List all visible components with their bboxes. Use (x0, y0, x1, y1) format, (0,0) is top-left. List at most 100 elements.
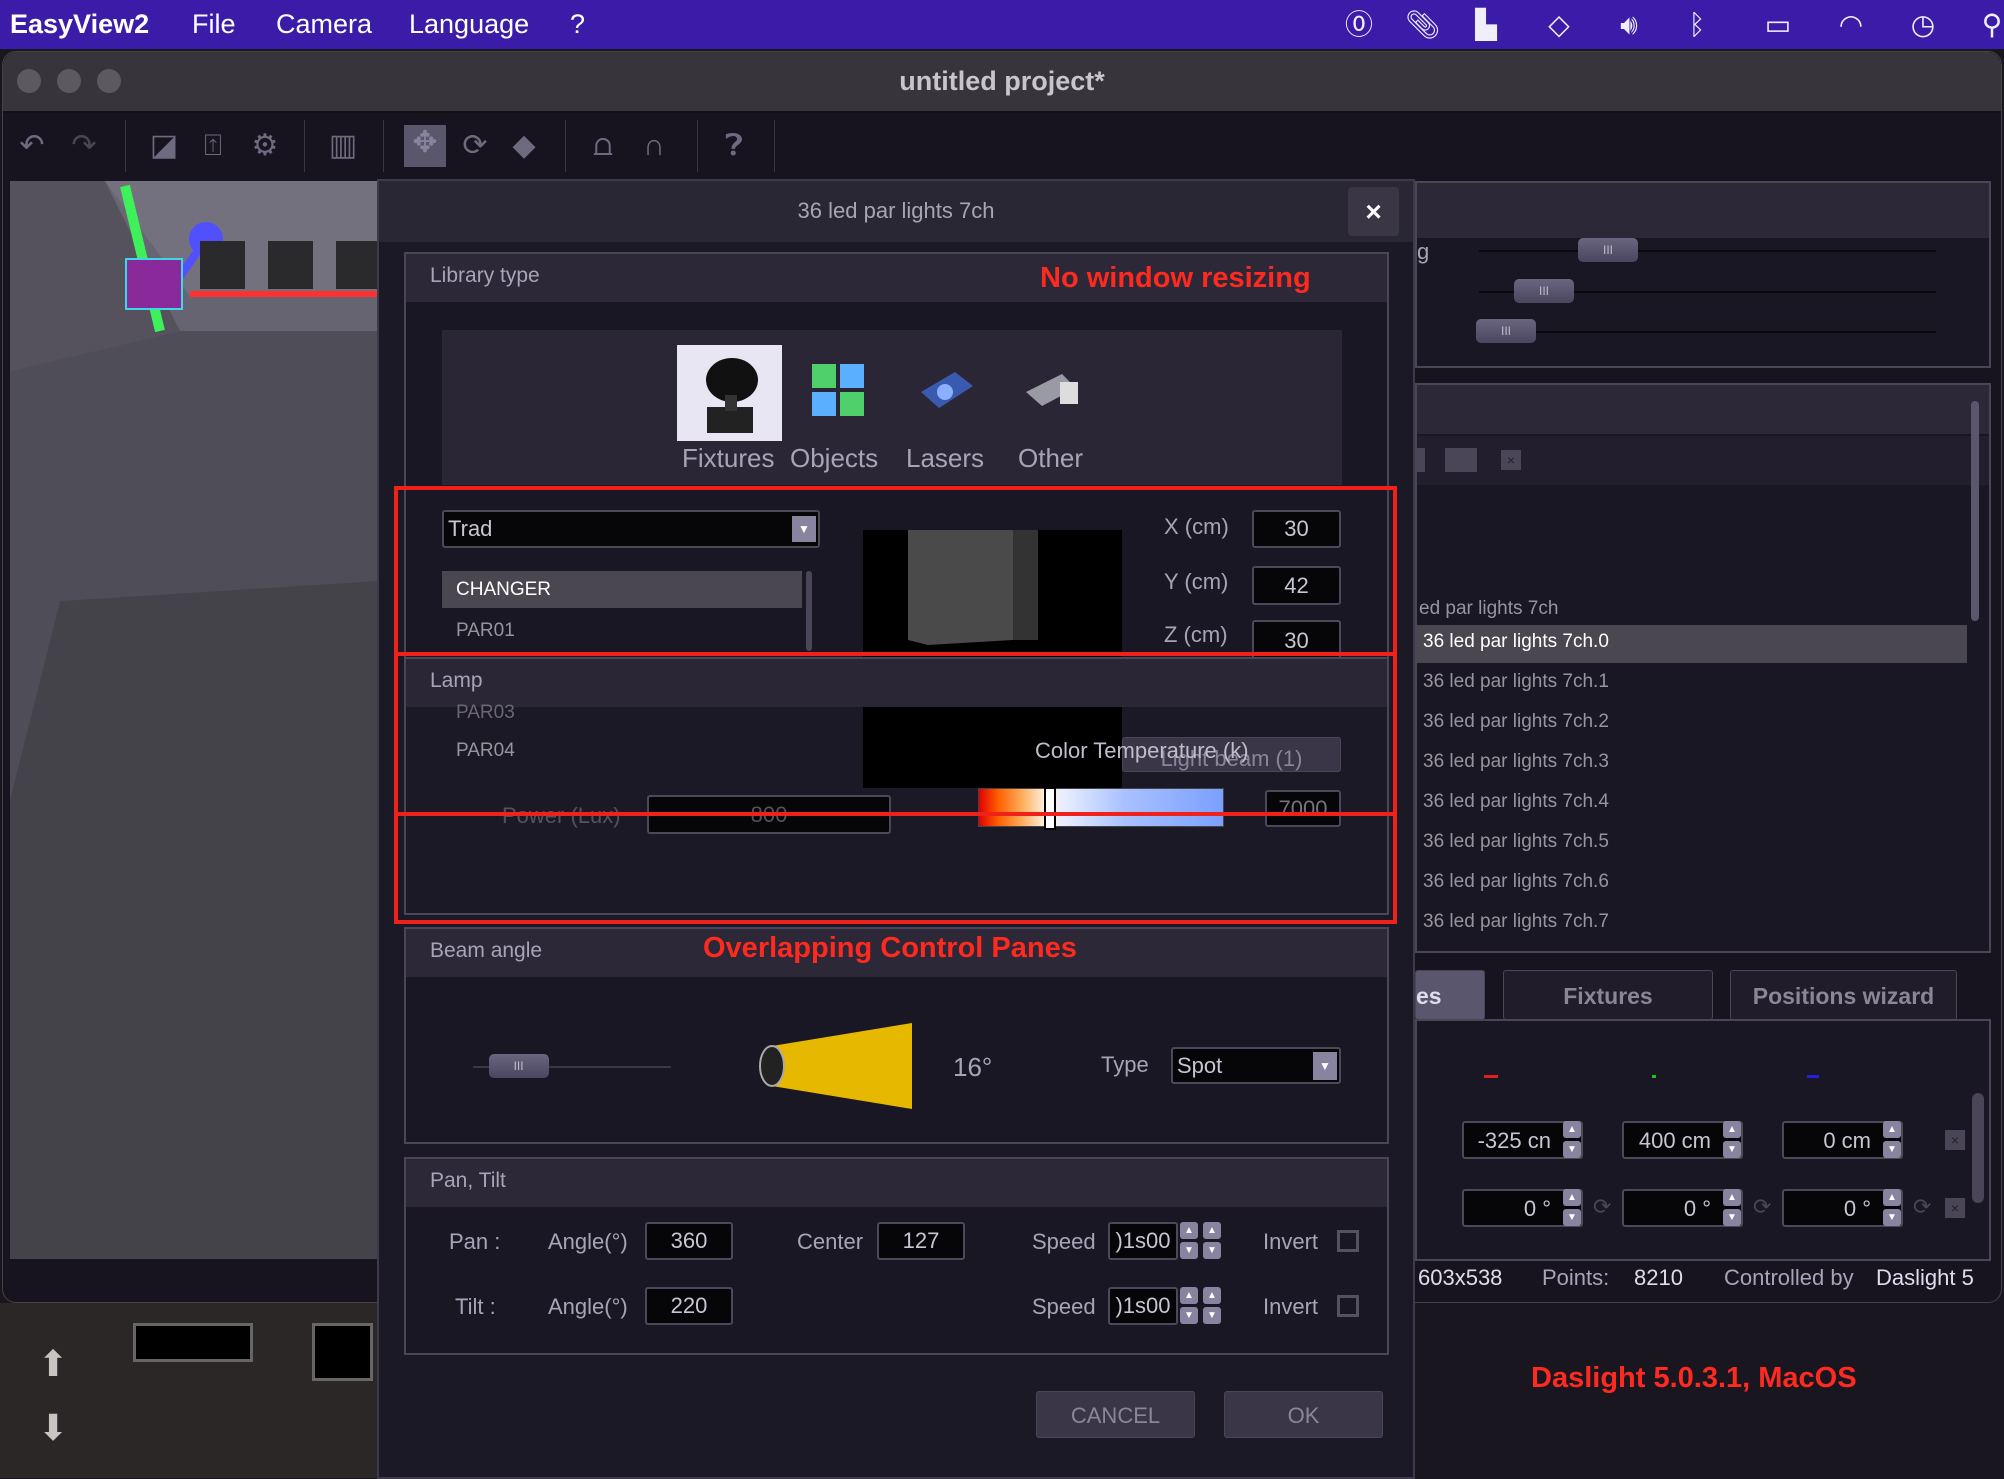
export-icon[interactable]: ⍐ (195, 128, 231, 164)
fixture-list-item[interactable]: 36 led par lights 7ch.7 (1423, 911, 1609, 933)
wifi-icon[interactable]: ◠ (1834, 8, 1868, 42)
library-type-objects[interactable]: Objects (790, 443, 878, 474)
onepassword-icon[interactable]: ⓪ (1342, 8, 1376, 42)
slider-thumb[interactable]: III (1514, 279, 1574, 303)
tab-positions-wizard[interactable]: Positions wizard (1730, 970, 1957, 1020)
3d-viewport[interactable] (10, 181, 377, 1259)
beam-slider-thumb[interactable]: III (488, 1054, 549, 1078)
tilt-angle-label: Angle(°) (548, 1294, 628, 1319)
menu-help[interactable]: ? (570, 9, 585, 40)
reset-icon[interactable]: × (1945, 1130, 1965, 1150)
stepper[interactable]: ▲ ▼ (1883, 1121, 1901, 1159)
scrollbar[interactable] (1972, 1093, 1984, 1203)
menu-file[interactable]: File (192, 9, 236, 40)
toolbar-divider (565, 120, 566, 172)
tilt-invert-checkbox[interactable] (1337, 1295, 1359, 1317)
tilt-speed-stepper[interactable]: ▲ ▼ (1203, 1287, 1221, 1325)
menu-language[interactable]: Language (409, 9, 529, 40)
redo-icon[interactable]: ↷ (66, 128, 102, 164)
volume-icon[interactable]: 🔊︎ (1612, 8, 1646, 42)
stepper[interactable]: ▲ ▼ (1883, 1189, 1901, 1227)
status-points-label: Points: (1542, 1265, 1610, 1290)
stepper[interactable]: ▲ ▼ (1723, 1121, 1741, 1159)
pan-invert-checkbox[interactable] (1337, 1230, 1359, 1252)
bluetooth-icon[interactable]: ᛒ (1680, 8, 1714, 42)
tilt-speed-input[interactable]: )1s00 (1108, 1287, 1178, 1325)
stepper[interactable]: ▲ ▼ (1723, 1189, 1741, 1227)
ok-button[interactable]: OK (1224, 1391, 1383, 1438)
stepper[interactable]: ▲ ▼ (1563, 1121, 1581, 1159)
new-icon[interactable]: ◪ (146, 128, 182, 164)
truss-icon[interactable]: ⩍ (585, 128, 621, 164)
library-type-other[interactable]: Other (1018, 443, 1083, 474)
cancel-button[interactable]: CANCEL (1036, 1391, 1195, 1438)
folder-icon[interactable] (1445, 448, 1477, 472)
reset-icon[interactable]: × (1945, 1198, 1965, 1218)
beam-type-select[interactable]: Spot ▼ (1171, 1047, 1341, 1084)
settings-icon[interactable]: ⚙ (247, 128, 283, 164)
slider-thumb[interactable]: III (1476, 319, 1536, 343)
slider-track[interactable] (1479, 331, 1936, 333)
fixture-list-item[interactable]: 36 led par lights 7ch.3 (1423, 751, 1609, 773)
pan-angle-label: Angle(°) (548, 1229, 628, 1254)
magnet-icon[interactable]: ∩ (636, 128, 672, 164)
battery-charging-icon[interactable]: ▭ (1753, 8, 1803, 42)
app-menu[interactable]: EasyView2 (10, 9, 149, 40)
pan-speed-stepper[interactable]: ▲ ▼ (1203, 1222, 1221, 1260)
pan-speed-input[interactable]: )1s00 (1108, 1222, 1178, 1260)
tree-parent[interactable]: ed par lights 7ch (1419, 598, 1558, 620)
pan-speed-stepper[interactable]: ▲ ▼ (1180, 1222, 1198, 1260)
pan-center-label: Center (797, 1229, 864, 1254)
desktop-field (133, 1323, 253, 1362)
tilt-speed-label: Speed (1032, 1294, 1096, 1319)
tab-fixtures[interactable]: Fixtures (1503, 970, 1713, 1020)
arrow-down-icon[interactable]: ⬇ (38, 1407, 68, 1449)
fixture-list-item[interactable]: 36 led par lights 7ch.2 (1423, 711, 1609, 733)
laser-icon[interactable] (915, 362, 977, 418)
dialog-close-button[interactable]: × (1348, 187, 1399, 236)
diamond-icon[interactable]: ◆ (506, 128, 542, 164)
beam-cone-icon (759, 1023, 912, 1109)
slider-thumb[interactable]: III (1578, 238, 1638, 262)
rotate-icon[interactable]: ⟳ (1753, 1194, 1771, 1220)
library-type-fixtures-tile[interactable] (677, 345, 782, 441)
pan-center-input[interactable]: 127 (877, 1222, 965, 1260)
window-title: untitled project* (899, 66, 1105, 96)
tree-tool-icon[interactable] (1417, 448, 1425, 472)
library-type-lasers[interactable]: Lasers (906, 443, 984, 474)
title-bar: untitled project* (3, 52, 2001, 113)
chevron-down-icon[interactable]: ▼ (1313, 1052, 1337, 1080)
objects-icon[interactable] (810, 362, 866, 418)
menu-camera[interactable]: Camera (276, 9, 372, 40)
layout-icon[interactable]: ▙ (1469, 8, 1503, 42)
rotate-icon[interactable]: ⟳ (1913, 1194, 1931, 1220)
undo-icon[interactable]: ↶ (14, 128, 50, 164)
pan-angle-input[interactable]: 360 (645, 1222, 733, 1260)
rotate-icon[interactable]: ⟳ (457, 128, 493, 164)
slider-track[interactable] (1479, 250, 1936, 252)
move-icon[interactable]: ✥ (404, 125, 446, 167)
fixture-list-item[interactable]: 36 led par lights 7ch.5 (1423, 831, 1609, 853)
stats-icon[interactable]: ▥ (325, 128, 361, 164)
scrollbar[interactable] (1971, 401, 1979, 621)
tilt-angle-input[interactable]: 220 (645, 1287, 733, 1325)
stepper[interactable]: ▲ ▼ (1563, 1189, 1581, 1227)
search-icon[interactable]: ⚲ (1975, 8, 2004, 42)
tab-properties[interactable]: es (1415, 970, 1485, 1020)
tilt-speed-stepper[interactable]: ▲ ▼ (1180, 1287, 1198, 1325)
x-color-mark (1484, 1075, 1498, 1078)
other-icon[interactable] (1022, 362, 1084, 418)
paperclip-icon[interactable]: 📎︎ (1405, 8, 1441, 42)
delete-icon[interactable]: × (1501, 450, 1521, 470)
time-machine-icon[interactable]: ◷ (1906, 8, 1940, 42)
rotate-icon[interactable]: ⟳ (1593, 1194, 1611, 1220)
fixture-list-item[interactable]: 36 led par lights 7ch.4 (1423, 791, 1609, 813)
fixture-list-item[interactable]: 36 led par lights 7ch.6 (1423, 871, 1609, 893)
fixture-list-item[interactable]: 36 led par lights 7ch.0 (1423, 631, 1609, 653)
arrow-up-icon[interactable]: ⬆ (38, 1343, 68, 1385)
library-type-fixtures[interactable]: Fixtures (682, 443, 774, 474)
fixture-list-item[interactable]: 36 led par lights 7ch.1 (1423, 671, 1609, 693)
annotation-overlapping: Overlapping Control Panes (703, 932, 1077, 964)
diamond-icon[interactable]: ◇ (1542, 8, 1576, 42)
help-icon[interactable]: ❓︎ (716, 128, 752, 164)
